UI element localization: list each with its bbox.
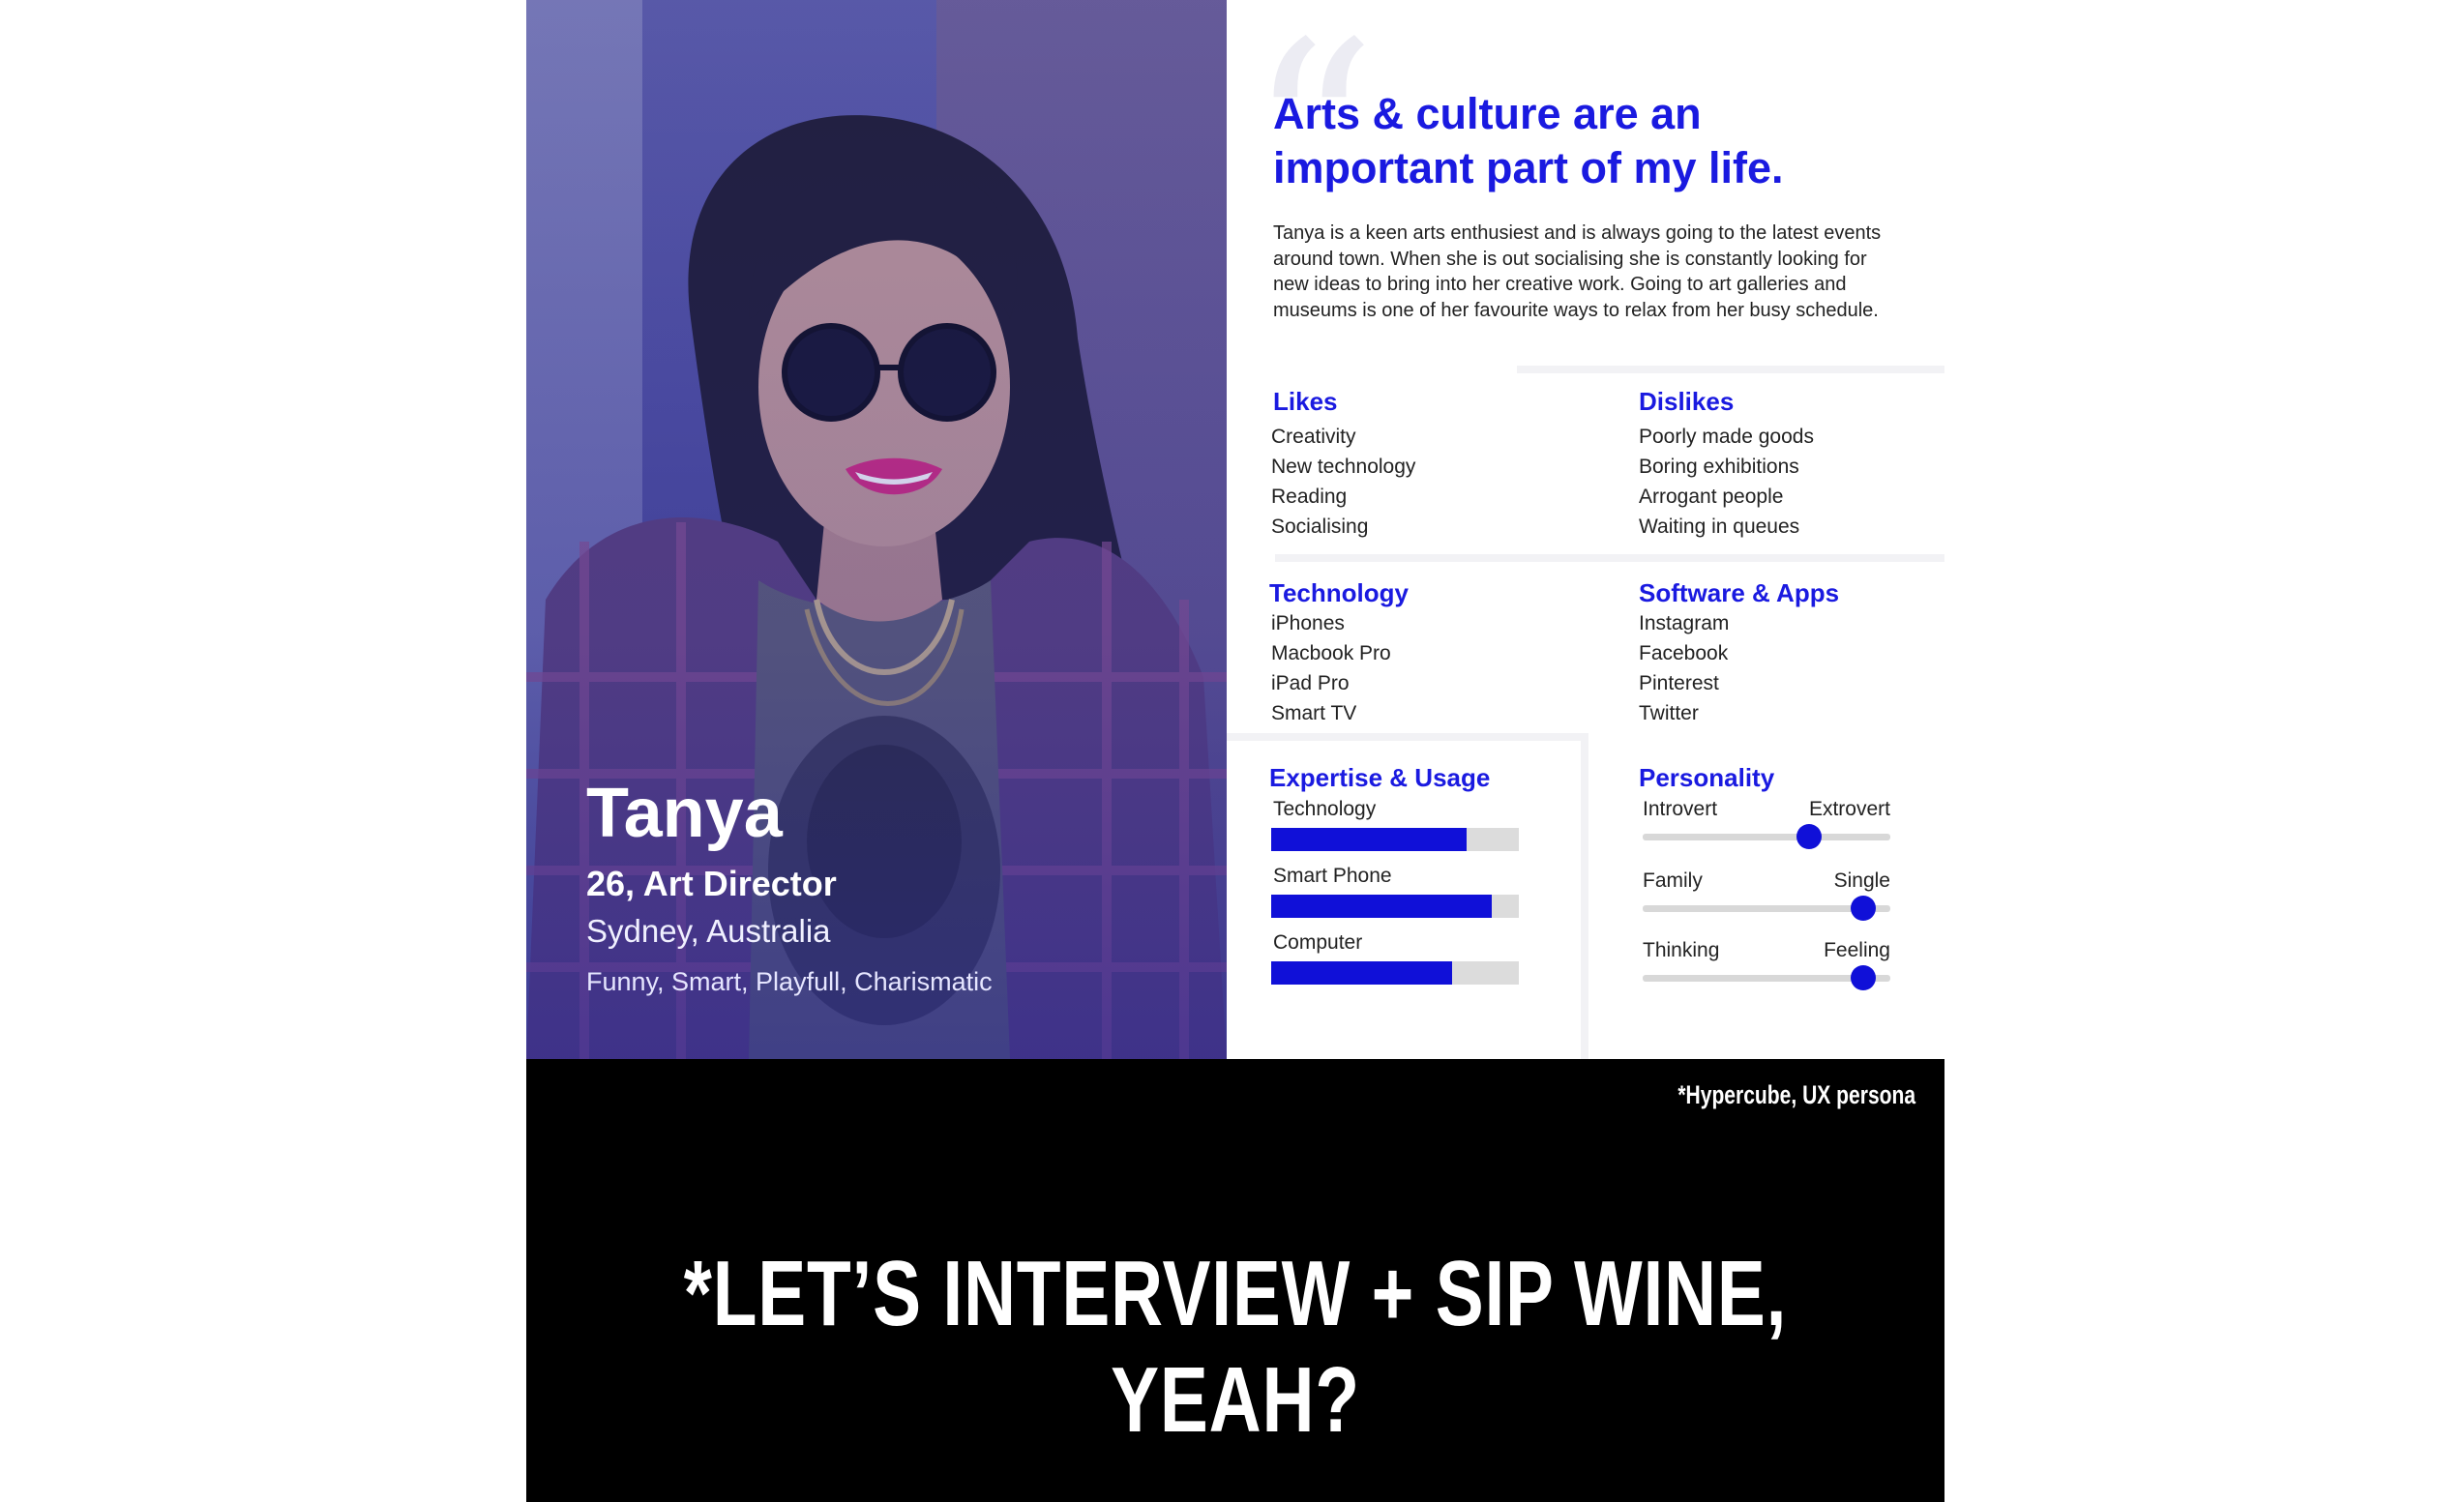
persona-details: “ Arts & culture are an important part o… <box>1227 0 1944 1059</box>
section-divider <box>1517 366 1944 373</box>
expertise-bar-fill <box>1271 828 1468 851</box>
expertise-bar <box>1271 961 1519 985</box>
list-item: Arrogant people <box>1639 486 1784 508</box>
section-divider-vertical <box>1581 733 1588 1059</box>
expertise-title: Expertise & Usage <box>1269 763 1491 792</box>
personality-slider <box>1643 824 1890 849</box>
personality-right-label: Extrovert <box>1808 798 1890 820</box>
expertise-bar-fill <box>1271 961 1452 985</box>
source-credit: *Hypercube, UX persona <box>1677 1080 1915 1109</box>
list-item: Waiting in queues <box>1639 515 1800 538</box>
persona-name: Tanya <box>586 775 783 852</box>
personality-right-label: Single <box>1833 869 1890 892</box>
dislikes-title: Dislikes <box>1639 387 1735 416</box>
list-item: New technology <box>1271 456 1416 478</box>
expertise-bar-fill <box>1271 895 1492 918</box>
list-item: Instagram <box>1639 612 1730 634</box>
persona-bio: Tanya is a keen arts enthusiest and is a… <box>1273 222 1882 321</box>
list-item: iPad Pro <box>1271 672 1350 694</box>
list-item: iPhones <box>1271 612 1345 634</box>
expertise-label: Smart Phone <box>1273 865 1392 887</box>
software-title: Software & Apps <box>1639 578 1840 607</box>
personality-slider-knob <box>1850 965 1876 990</box>
list-item: Smart TV <box>1271 702 1357 724</box>
personality-left-label: Introvert <box>1643 798 1718 820</box>
section-divider <box>1227 733 1585 741</box>
personality-slider <box>1643 896 1890 921</box>
expertise-bar <box>1271 895 1519 918</box>
personality-right-label: Feeling <box>1824 939 1890 961</box>
banner-tagline: *LET’S INTERVIEW + SIP WINE, YEAH? <box>683 1242 1788 1452</box>
persona-quote: Arts & culture are an important part of … <box>1273 89 1784 192</box>
personality-left-label: Thinking <box>1643 939 1720 961</box>
personality-slider-knob <box>1850 896 1876 921</box>
persona-photo: Tanya 26, Art Director Sydney, Australia… <box>526 0 1227 1059</box>
likes-title: Likes <box>1273 387 1338 416</box>
list-item: Twitter <box>1639 702 1699 724</box>
expertise-label: Technology <box>1273 798 1377 820</box>
dislikes-list: Poorly made goods Boring exhibitions Arr… <box>1639 422 1814 542</box>
persona-role: 26, Art Director <box>586 864 837 903</box>
personality-title: Personality <box>1639 763 1775 792</box>
technology-list: iPhones Macbook Pro iPad Pro Smart TV <box>1271 608 1391 728</box>
software-list: Instagram Facebook Pinterest Twitter <box>1639 608 1729 728</box>
list-item: Reading <box>1271 486 1348 508</box>
list-item: Creativity <box>1271 426 1356 448</box>
personality-left-label: Family <box>1643 869 1703 892</box>
technology-title: Technology <box>1269 578 1409 607</box>
persona-card: Tanya 26, Art Director Sydney, Australia… <box>526 0 1944 1502</box>
list-item: Pinterest <box>1639 672 1719 694</box>
persona-location: Sydney, Australia <box>586 913 831 949</box>
expertise-label: Computer <box>1273 931 1363 954</box>
list-item: Poorly made goods <box>1639 426 1814 448</box>
personality-slider <box>1643 965 1890 990</box>
list-item: Facebook <box>1639 642 1729 664</box>
list-item: Socialising <box>1271 515 1369 538</box>
list-item: Macbook Pro <box>1271 642 1391 664</box>
expertise-bar <box>1271 828 1519 851</box>
section-divider <box>1275 554 1944 562</box>
caption-banner: *Hypercube, UX persona *LET’S INTERVIEW … <box>526 1059 1944 1502</box>
list-item: Boring exhibitions <box>1639 456 1799 478</box>
persona-traits: Funny, Smart, Playfull, Charismatic <box>586 967 993 996</box>
personality-slider-knob <box>1796 824 1822 849</box>
likes-list: Creativity New technology Reading Social… <box>1271 422 1415 542</box>
